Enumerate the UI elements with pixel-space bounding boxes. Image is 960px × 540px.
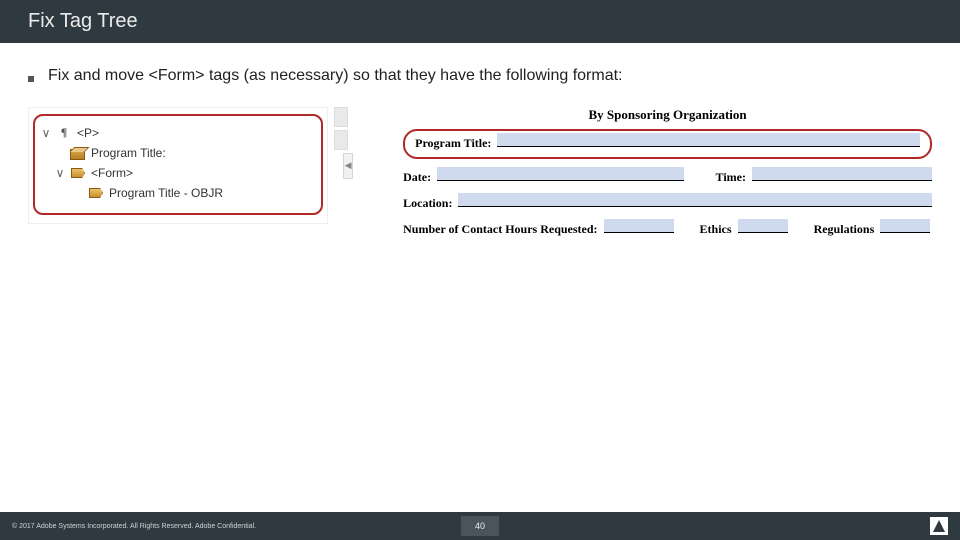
form-preview-figure: By Sponsoring Organization Program Title… <box>403 107 932 247</box>
field-regulations[interactable] <box>880 221 930 233</box>
stub <box>334 107 348 127</box>
slide-footer: © 2017 Adobe Systems Incorporated. All R… <box>0 512 960 540</box>
label-regulations: Regulations <box>814 222 875 237</box>
footer-copyright: © 2017 Adobe Systems Incorporated. All R… <box>12 523 256 530</box>
panel-scroll-stubs <box>334 107 350 150</box>
tag-icon <box>89 188 103 198</box>
chevron-down-icon[interactable]: ∨ <box>41 126 51 140</box>
row-hours: Number of Contact Hours Requested: Ethic… <box>403 221 932 237</box>
tree-node-program-title[interactable]: Program Title: <box>41 143 315 163</box>
field-date[interactable] <box>437 169 683 181</box>
field-highlight <box>738 219 788 232</box>
paragraph-icon: ¶ <box>57 125 71 140</box>
row-date-time: Date: Time: <box>403 169 932 185</box>
box-icon <box>69 147 85 159</box>
tree-node-label: <P> <box>77 126 99 140</box>
field-program-title[interactable] <box>497 135 920 147</box>
field-highlight <box>880 219 930 232</box>
slide: { "title": "Fix Tag Tree", "bullet": "Fi… <box>0 0 960 540</box>
row-location: Location: <box>403 195 932 211</box>
panel-collapse-handle[interactable]: ◀ <box>343 153 353 179</box>
tag-tree-highlight-box: ∨ ¶ <P> Program Title: ∨ < <box>33 114 323 215</box>
bullet-icon <box>28 76 34 82</box>
field-location[interactable] <box>458 195 932 207</box>
field-hours[interactable] <box>604 221 674 233</box>
label-time: Time: <box>716 170 746 185</box>
label-date: Date: <box>403 170 431 185</box>
field-time[interactable] <box>752 169 932 181</box>
adobe-logo-icon <box>930 517 948 535</box>
label-hours: Number of Contact Hours Requested: <box>403 222 597 237</box>
tree-node-p[interactable]: ∨ ¶ <P> <box>41 122 315 143</box>
program-title-row-circled: Program Title: <box>403 129 932 159</box>
label-location: Location: <box>403 196 452 211</box>
bullet-text: Fix and move <Form> tags (as necessary) … <box>48 67 622 85</box>
tree-node-label: Program Title: <box>91 146 166 160</box>
field-ethics[interactable] <box>738 221 788 233</box>
field-highlight <box>752 167 932 180</box>
footer-page-number: 40 <box>461 516 499 536</box>
field-highlight <box>497 133 920 146</box>
slide-body: Fix and move <Form> tags (as necessary) … <box>0 43 960 247</box>
tree-node-form[interactable]: ∨ <Form> <box>41 163 315 183</box>
field-highlight <box>437 167 683 180</box>
tag-icon <box>71 168 85 178</box>
chevron-down-icon[interactable]: ∨ <box>55 166 65 180</box>
slide-title: Fix Tag Tree <box>0 0 960 43</box>
tag-tree-panel: ∨ ¶ <P> Program Title: ∨ < <box>28 107 328 224</box>
field-highlight <box>604 219 674 232</box>
tree-node-label: Program Title - OBJR <box>109 186 223 200</box>
field-highlight <box>458 193 932 206</box>
bullet-item: Fix and move <Form> tags (as necessary) … <box>28 67 932 85</box>
tree-node-objr[interactable]: Program Title - OBJR <box>41 183 315 203</box>
stub <box>334 130 348 150</box>
tree-node-label: <Form> <box>91 166 133 180</box>
label-ethics: Ethics <box>700 222 732 237</box>
tag-tree-figure: ∨ ¶ <P> Program Title: ∨ < <box>28 107 353 224</box>
label-program-title: Program Title: <box>415 136 491 151</box>
form-heading: By Sponsoring Organization <box>403 107 932 123</box>
